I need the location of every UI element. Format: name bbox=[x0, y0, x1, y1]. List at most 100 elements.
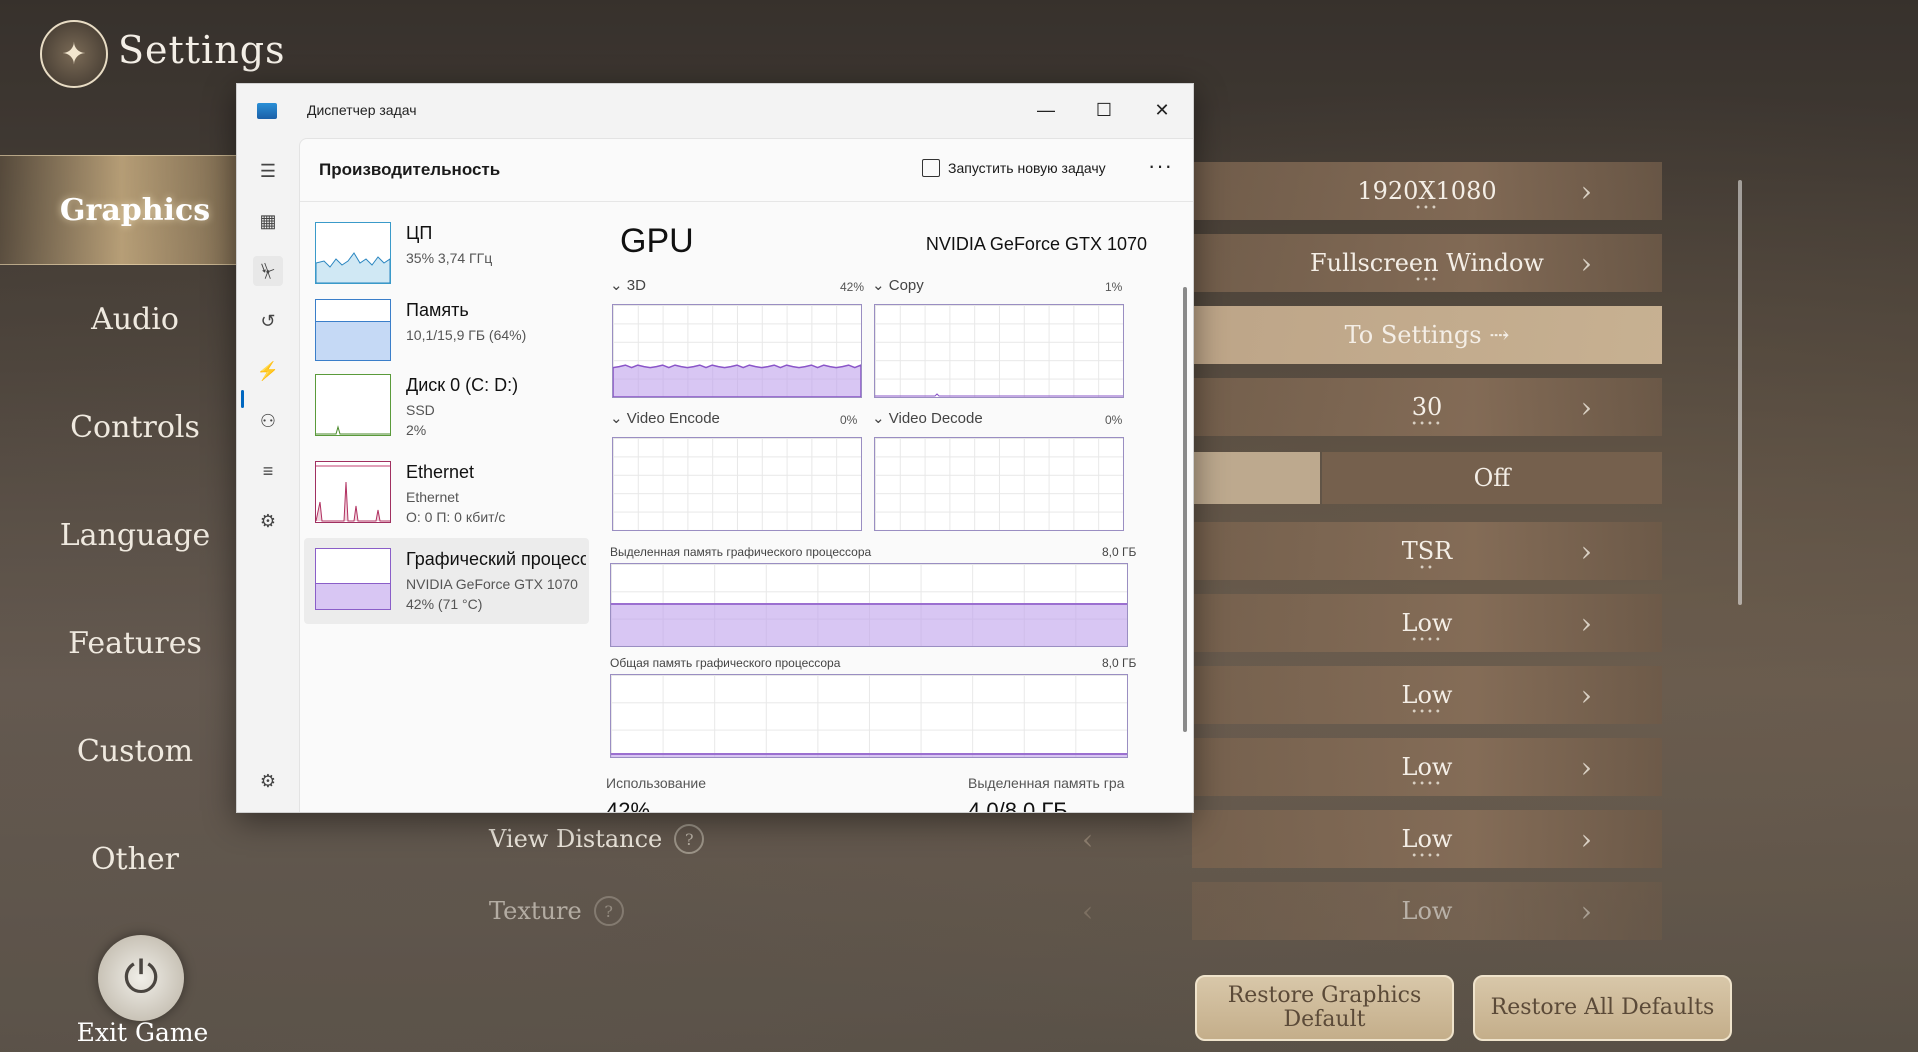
nav-item-audio[interactable]: Audio bbox=[0, 265, 270, 373]
memory-fill bbox=[316, 321, 390, 360]
title-bar[interactable]: Диспетчер задач — ☐ ✕ bbox=[237, 84, 1193, 138]
ethernet-mini-graph bbox=[316, 465, 390, 522]
engine-percent: 1% bbox=[1105, 280, 1123, 294]
engine-selector-video-encode[interactable]: ⌄ Video Encode bbox=[610, 409, 720, 427]
resource-usage: 42% (71 °C) bbox=[406, 596, 483, 612]
dedicated-memory-graph bbox=[610, 563, 1128, 647]
frame-rate-option[interactable]: 30 •••• › bbox=[1192, 378, 1662, 436]
anti-aliasing-option[interactable]: TSR •• › bbox=[1192, 522, 1662, 580]
engine-selector-copy[interactable]: ⌄ Copy bbox=[872, 276, 924, 294]
maximize-icon[interactable]: ☐ bbox=[1081, 92, 1127, 128]
settings-scrollbar[interactable] bbox=[1738, 180, 1742, 605]
option-value: TSR bbox=[1401, 537, 1453, 565]
resource-name: Ethernet bbox=[406, 462, 475, 482]
resource-item-memory[interactable]: Память 10,1/15,9 ГБ (64%) bbox=[304, 289, 589, 371]
resource-usage: 2% bbox=[406, 422, 427, 438]
task-manager-app-icon bbox=[257, 103, 277, 119]
more-options-icon[interactable]: ··· bbox=[1148, 153, 1173, 179]
graph-copy bbox=[874, 304, 1124, 398]
exit-game-label[interactable]: Exit Game bbox=[70, 1018, 215, 1047]
chevron-right-icon[interactable]: › bbox=[1581, 751, 1592, 784]
performance-icon[interactable]: ⏧ bbox=[253, 256, 283, 286]
minimize-icon[interactable]: — bbox=[1023, 92, 1069, 128]
option-value: To Settings ⇢ bbox=[1344, 321, 1510, 349]
navigation-rail: ☰ ▦ ⏧ ↺ ⚡ ⚇ ≡ ⚙ ⚙ bbox=[237, 138, 299, 812]
nav-item-features[interactable]: Features bbox=[0, 589, 270, 697]
option-dots: •••• bbox=[1411, 419, 1443, 430]
resource-item-ethernet[interactable]: Ethernet Ethernet О: 0 П: 0 кбит/с bbox=[304, 451, 589, 533]
help-icon[interactable]: ? bbox=[674, 824, 705, 854]
chevron-right-icon[interactable]: › bbox=[1581, 391, 1592, 424]
option-dots: ••• bbox=[1415, 275, 1439, 286]
toggle-on-segment[interactable] bbox=[1192, 452, 1320, 504]
shared-memory-graph bbox=[610, 674, 1128, 758]
dedicated-memory-fill bbox=[611, 603, 1127, 646]
nav-item-controls[interactable]: Controls bbox=[0, 373, 270, 481]
cpu-thumbnail bbox=[315, 222, 391, 284]
chevron-left-icon[interactable]: ‹ bbox=[1082, 895, 1093, 928]
run-new-task-label: Запустить новую задачу bbox=[948, 160, 1106, 176]
engine-percent: 0% bbox=[1105, 413, 1123, 427]
display-mode-option[interactable]: Fullscreen Window ••• › bbox=[1192, 234, 1662, 292]
toggle-off-segment[interactable]: Off bbox=[1322, 452, 1662, 504]
option-value: Low bbox=[1401, 897, 1453, 925]
close-icon[interactable]: ✕ bbox=[1139, 92, 1185, 128]
help-icon[interactable]: ? bbox=[593, 896, 624, 926]
users-icon[interactable]: ⚇ bbox=[253, 406, 283, 436]
chevron-right-icon[interactable]: › bbox=[1581, 679, 1592, 712]
resource-name: Диск 0 (C: D:) bbox=[406, 375, 519, 395]
chevron-right-icon[interactable]: › bbox=[1581, 607, 1592, 640]
nav-item-language[interactable]: Language bbox=[0, 481, 270, 589]
power-icon[interactable]: ⏻ bbox=[98, 935, 184, 1021]
services-icon[interactable]: ⚙ bbox=[253, 506, 283, 536]
option-value: Low bbox=[1401, 681, 1453, 709]
engine-label: 3D bbox=[626, 277, 646, 294]
details-list-icon[interactable]: ≡ bbox=[253, 456, 283, 486]
view-distance-option[interactable]: ‹ Low •••• › bbox=[1082, 810, 1662, 868]
quality-option-2[interactable]: Low •••• › bbox=[1192, 666, 1662, 724]
graph-3d-line bbox=[613, 364, 861, 397]
nav-item-custom[interactable]: Custom bbox=[0, 697, 270, 805]
resource-name: ЦП bbox=[406, 223, 433, 243]
startup-apps-icon[interactable]: ⚡ bbox=[253, 356, 283, 386]
option-value: Low bbox=[1401, 609, 1453, 637]
quality-option-3[interactable]: Low •••• › bbox=[1192, 738, 1662, 796]
restore-graphics-default-button[interactable]: Restore Graphics Default bbox=[1195, 975, 1454, 1041]
window-title: Диспетчер задач bbox=[307, 102, 417, 118]
usage-value: 42% bbox=[606, 798, 651, 813]
resource-list: ЦП 35% 3,74 ГГц Память 10,1/15,9 ГБ (64%… bbox=[300, 202, 594, 812]
engine-label: Video Decode bbox=[888, 410, 983, 427]
resource-item-cpu[interactable]: ЦП 35% 3,74 ГГц bbox=[304, 212, 589, 294]
disk-thumbnail bbox=[315, 374, 391, 436]
chevron-right-icon[interactable]: › bbox=[1581, 535, 1592, 568]
engine-selector-3d[interactable]: ⌄ 3D bbox=[610, 276, 646, 294]
resource-item-disk[interactable]: Диск 0 (C: D:) SSD 2% bbox=[304, 364, 589, 446]
to-settings-button[interactable]: To Settings ⇢ bbox=[1192, 306, 1662, 364]
chevron-right-icon[interactable]: › bbox=[1581, 175, 1592, 208]
nav-item-other[interactable]: Other bbox=[0, 805, 270, 913]
processes-icon[interactable]: ▦ bbox=[253, 206, 283, 236]
detail-scrollbar[interactable] bbox=[1183, 287, 1187, 732]
settings-gear-icon[interactable]: ⚙ bbox=[253, 766, 283, 796]
task-manager-window: Диспетчер задач — ☐ ✕ ☰ ▦ ⏧ ↺ ⚡ ⚇ ≡ ⚙ ⚙ … bbox=[236, 83, 1194, 813]
resource-detail: 10,1/15,9 ГБ (64%) bbox=[406, 327, 527, 343]
resource-item-gpu[interactable]: Графический процессор 0 NVIDIA GeForce G… bbox=[304, 538, 589, 624]
resolution-option[interactable]: 1920X1080 ••• › bbox=[1192, 162, 1662, 220]
option-dots: •• bbox=[1419, 563, 1435, 574]
chevron-right-icon[interactable]: › bbox=[1581, 823, 1592, 856]
app-history-icon[interactable]: ↺ bbox=[253, 306, 283, 336]
nav-item-graphics[interactable]: Graphics bbox=[0, 155, 270, 265]
restore-all-defaults-button[interactable]: Restore All Defaults bbox=[1473, 975, 1732, 1041]
chevron-left-icon[interactable]: ‹ bbox=[1082, 823, 1093, 856]
engine-selector-video-decode[interactable]: ⌄ Video Decode bbox=[872, 409, 983, 427]
dedicated-memory-stat-label: Выделенная память гра bbox=[968, 775, 1125, 791]
chevron-right-icon[interactable]: › bbox=[1581, 247, 1592, 280]
texture-option[interactable]: ‹ Low › bbox=[1082, 882, 1662, 940]
quality-option-1[interactable]: Low •••• › bbox=[1192, 594, 1662, 652]
hamburger-menu-icon[interactable]: ☰ bbox=[253, 156, 283, 186]
dedicated-memory-stat-value: 4,0/8,0 ГБ bbox=[968, 798, 1068, 813]
resource-detail: NVIDIA GeForce GTX 1070 bbox=[406, 576, 578, 592]
view-distance-label: View Distance ? bbox=[489, 824, 705, 854]
chevron-right-icon[interactable]: › bbox=[1581, 895, 1592, 928]
run-new-task-button[interactable]: Запустить новую задачу bbox=[922, 159, 1106, 177]
